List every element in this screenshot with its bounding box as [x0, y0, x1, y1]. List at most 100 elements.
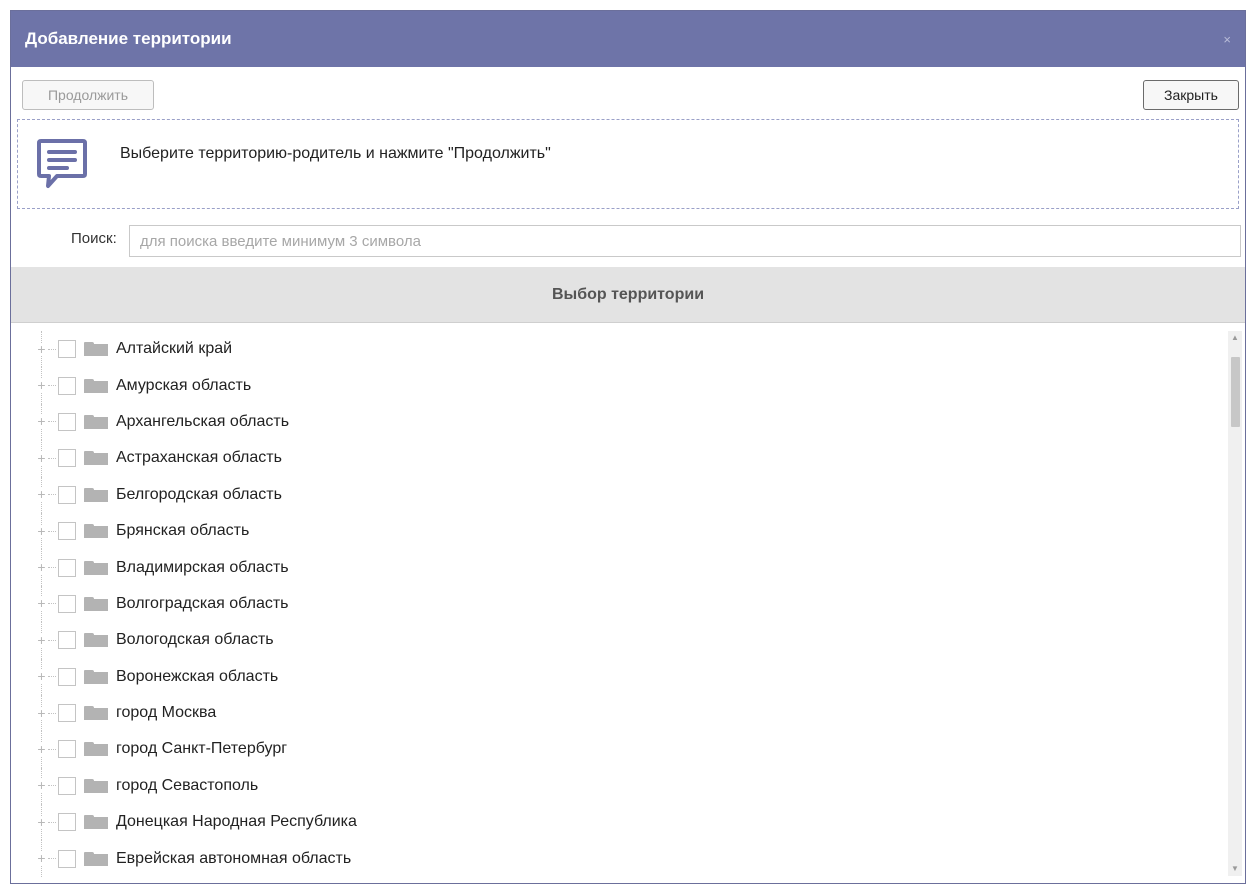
tree-item-label: Волгоградская область [116, 594, 289, 612]
tree-row[interactable]: + Алтайский край [11, 331, 1223, 368]
tree-item-label: Брянская область [116, 522, 250, 540]
tree-item-label: Белгородская область [116, 485, 282, 503]
tree-row[interactable]: + Брянская область [11, 512, 1223, 550]
tree-row[interactable]: + Воронежская область [11, 658, 1223, 696]
tree-connector [48, 421, 56, 423]
tree-item-label: город Москва [116, 704, 217, 722]
expand-plus-icon[interactable]: + [35, 451, 48, 465]
scroll-up-arrow-icon[interactable]: ▲ [1228, 331, 1242, 345]
folder-icon [84, 815, 108, 830]
tree-item-label: Архангельская область [116, 412, 290, 430]
info-message: Выберите территорию-родитель и нажмите "… [120, 145, 551, 162]
territory-tree: + Алтайский край + Амурская область + Арханге… [11, 323, 1245, 883]
expand-plus-icon[interactable]: + [35, 742, 48, 756]
tree-connector [48, 457, 56, 459]
tree-connector [48, 748, 56, 750]
tree-connector [48, 676, 56, 678]
tree-checkbox[interactable] [58, 522, 76, 541]
expand-plus-icon[interactable]: + [35, 633, 48, 647]
tree-connector [48, 821, 56, 823]
tree-connector [48, 567, 56, 569]
expand-plus-icon[interactable]: + [35, 851, 48, 866]
tree-checkbox[interactable] [58, 485, 76, 504]
message-icon [37, 138, 87, 195]
info-panel: Выберите территорию-родитель и нажмите "… [17, 119, 1239, 209]
tree-connector [48, 348, 56, 350]
tree-item-label: Алтайский край [116, 340, 233, 358]
expand-plus-icon[interactable]: + [35, 560, 48, 575]
tree-connector [48, 603, 56, 605]
close-icon[interactable]: × [1223, 32, 1231, 47]
tree-row[interactable]: + Архангельская область [11, 403, 1223, 441]
tree-item-label: Амурская область [116, 376, 252, 394]
tree-row[interactable]: + город Севастополь [11, 767, 1223, 805]
expand-plus-icon[interactable]: + [35, 414, 48, 429]
tree-checkbox[interactable] [58, 740, 76, 759]
tree-checkbox[interactable] [58, 667, 76, 686]
tree-item-label: город Санкт-Петербург [116, 740, 288, 758]
vertical-scrollbar[interactable]: ▲ ▼ [1228, 331, 1242, 876]
tree-checkbox[interactable] [58, 813, 76, 832]
tree-row[interactable]: + Белгородская область [11, 476, 1223, 514]
tree-checkbox[interactable] [58, 412, 76, 431]
expand-plus-icon[interactable]: + [35, 778, 48, 793]
tree-checkbox[interactable] [58, 631, 76, 650]
tree-checkbox[interactable] [58, 449, 76, 468]
tree-item-label: город Севастополь [116, 776, 259, 794]
expand-plus-icon[interactable]: + [35, 342, 48, 356]
tree-checkbox[interactable] [58, 776, 76, 795]
expand-plus-icon[interactable]: + [35, 524, 48, 538]
tree-checkbox[interactable] [58, 340, 76, 359]
tree-row[interactable]: + город Москва [11, 694, 1223, 732]
tree-checkbox[interactable] [58, 594, 76, 613]
tree-item-label: Воронежская область [116, 667, 279, 685]
expand-plus-icon[interactable]: + [35, 378, 48, 393]
scroll-down-arrow-icon[interactable]: ▼ [1228, 862, 1242, 876]
dialog-title: Добавление территории [25, 29, 232, 48]
tree-row[interactable]: + Донецкая Народная Республика [11, 804, 1223, 841]
tree-connector [48, 494, 56, 496]
tree-connector [48, 712, 56, 714]
tree-checkbox[interactable] [58, 558, 76, 577]
folder-icon [84, 414, 108, 429]
expand-plus-icon[interactable]: + [35, 669, 48, 684]
tree-row[interactable]: + Вологодская область [11, 622, 1223, 659]
search-label: Поиск: [71, 230, 117, 247]
tree-item-label: Еврейская автономная область [116, 849, 352, 867]
folder-icon [84, 524, 108, 539]
dialog-titlebar: Добавление территории × [11, 11, 1245, 67]
tree-checkbox[interactable] [58, 849, 76, 868]
tree-item-label: Владимирская область [116, 558, 289, 576]
expand-plus-icon[interactable]: + [35, 706, 48, 720]
search-input[interactable] [129, 225, 1241, 257]
expand-plus-icon[interactable]: + [35, 487, 48, 502]
tree-row[interactable]: + Еврейская автономная область [11, 840, 1223, 878]
tree-connector [48, 858, 56, 860]
folder-icon [84, 778, 108, 793]
expand-plus-icon[interactable]: + [35, 815, 48, 829]
tree-item-label: Астраханская область [116, 449, 282, 467]
expand-plus-icon[interactable]: + [35, 596, 48, 611]
folder-icon [84, 669, 108, 684]
tree-list: + Алтайский край + Амурская область + Арханге… [11, 331, 1223, 878]
tree-row[interactable]: + Владимирская область [11, 549, 1223, 587]
tree-checkbox[interactable] [58, 704, 76, 723]
tree-header: Выбор территории [11, 267, 1245, 323]
tree-item-label: Вологодская область [116, 631, 274, 649]
tree-row[interactable]: + город Санкт-Петербург [11, 731, 1223, 769]
tree-row[interactable]: + Волгоградская область [11, 585, 1223, 623]
tree-checkbox[interactable] [58, 376, 76, 395]
folder-icon [84, 378, 108, 393]
continue-button[interactable]: Продолжить [22, 80, 154, 110]
close-button[interactable]: Закрыть [1143, 80, 1239, 110]
add-territory-dialog: Добавление территории × Продолжить Закры… [10, 10, 1246, 884]
folder-icon [84, 342, 108, 357]
tree-connector [48, 785, 56, 787]
search-row: Поиск: [11, 209, 1245, 267]
tree-row[interactable]: + Астраханская область [11, 440, 1223, 477]
folder-icon [84, 851, 108, 866]
tree-row[interactable]: + Амурская область [11, 367, 1223, 405]
scrollbar-thumb[interactable] [1231, 357, 1240, 427]
tree-connector [48, 530, 56, 532]
folder-icon [84, 560, 108, 575]
